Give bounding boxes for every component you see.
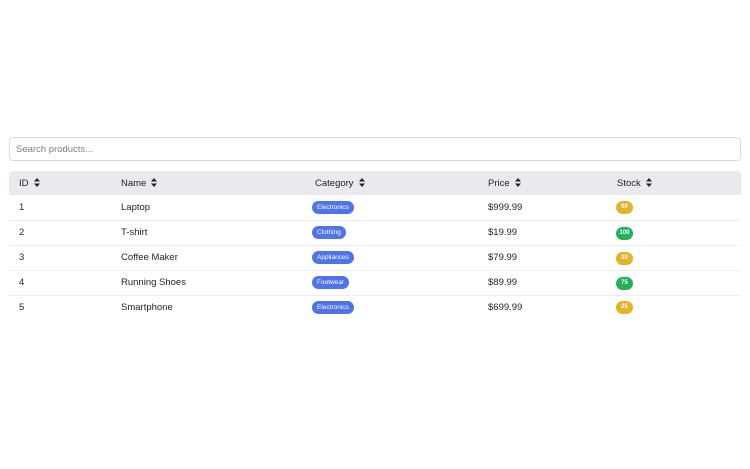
column-header-label: ID — [19, 177, 29, 189]
cell-stock: 25 — [607, 295, 741, 319]
table-row: 4 Running Shoes Footwear $89.99 75 — [9, 270, 741, 295]
stock-badge: 100 — [616, 226, 633, 240]
stock-badge: 75 — [616, 276, 633, 290]
products-table-container: ID Name Category Price Stock 1 Laptop El… — [9, 171, 741, 319]
column-header-label: Name — [121, 177, 147, 189]
column-header-category[interactable]: Category — [305, 171, 478, 195]
cell-name: Laptop — [121, 201, 151, 213]
search-box[interactable] — [9, 137, 741, 161]
sort-icon — [33, 178, 40, 188]
cell-price: $79.99 — [488, 252, 518, 263]
stock-badge: 25 — [616, 301, 633, 315]
cell-price: $89.99 — [488, 277, 518, 288]
cell-category: Electronics — [305, 195, 478, 220]
cell-id: 2 — [19, 227, 25, 238]
cell-stock: 75 — [607, 270, 741, 295]
category-badge: Appliances — [312, 251, 354, 264]
cell-name: Coffee Maker — [121, 252, 178, 263]
table-row: 1 Laptop Electronics $999.99 50 — [9, 195, 741, 220]
column-header-price[interactable]: Price — [478, 171, 607, 195]
column-header-label: Price — [488, 177, 510, 189]
category-badge: Electronics — [312, 200, 354, 214]
table-row: 2 T-shirt Clothing $19.99 100 — [9, 220, 741, 245]
sort-icon — [358, 178, 365, 188]
sort-icon — [151, 178, 158, 188]
cell-price: $999.99 — [488, 201, 523, 213]
search-input[interactable] — [10, 138, 740, 160]
column-header-name[interactable]: Name — [111, 171, 305, 195]
stock-badge: 30 — [616, 251, 633, 265]
cell-name: T-shirt — [121, 227, 148, 238]
sort-icon — [514, 178, 521, 188]
category-badge: Clothing — [312, 226, 346, 239]
cell-stock: 30 — [607, 245, 741, 270]
category-badge: Electronics — [312, 300, 354, 314]
table-row: 3 Coffee Maker Appliances $79.99 30 — [9, 245, 741, 270]
category-badge: Footwear — [312, 276, 350, 289]
products-table: ID Name Category Price Stock 1 Laptop El… — [9, 171, 741, 319]
cell-price: $19.99 — [488, 227, 518, 238]
cell-stock: 100 — [607, 220, 741, 245]
sort-icon — [645, 178, 652, 188]
table-header-row: ID Name Category Price Stock — [9, 171, 741, 195]
column-header-stock[interactable]: Stock — [607, 171, 741, 195]
cell-category: Electronics — [305, 295, 478, 319]
cell-name: Running Shoes — [121, 277, 186, 288]
cell-price: $699.99 — [488, 301, 523, 313]
cell-name: Smartphone — [121, 301, 173, 313]
column-header-id[interactable]: ID — [9, 171, 111, 195]
cell-id: 4 — [19, 277, 25, 288]
stock-badge: 50 — [616, 201, 633, 215]
column-header-label: Category — [315, 177, 354, 189]
cell-id: 5 — [19, 301, 25, 313]
cell-stock: 50 — [607, 195, 741, 220]
column-header-label: Stock — [617, 177, 641, 189]
cell-category: Clothing — [305, 220, 478, 245]
cell-id: 3 — [19, 252, 25, 263]
cell-category: Footwear — [305, 270, 478, 295]
cell-category: Appliances — [305, 245, 478, 270]
cell-id: 1 — [19, 201, 25, 213]
table-row: 5 Smartphone Electronics $699.99 25 — [9, 295, 741, 319]
